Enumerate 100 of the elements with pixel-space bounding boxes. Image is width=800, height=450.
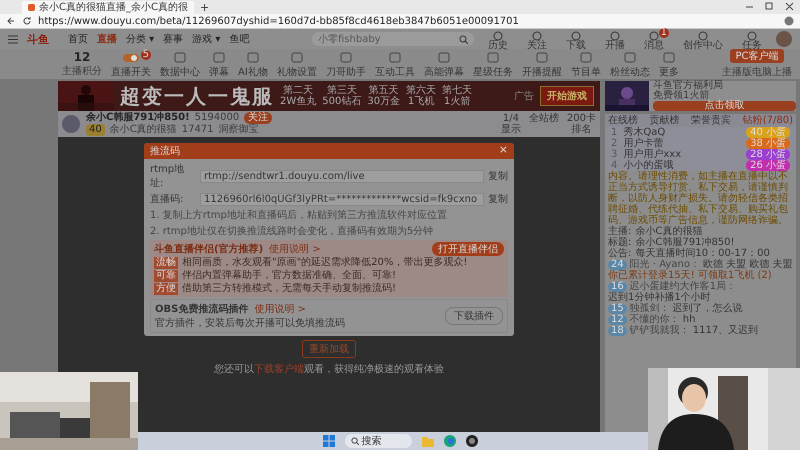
tool-button[interactable]: 礼物设置 xyxy=(276,49,317,79)
reward-label: 1火箭 xyxy=(444,96,470,107)
hot-label[interactable]: 洞察御宝 xyxy=(218,124,259,136)
tool-button[interactable]: 直播开关 5 xyxy=(111,50,151,78)
fans-count: 17471 xyxy=(182,124,214,136)
user-name[interactable]: 迟小蛋建约大作客1局： xyxy=(630,281,736,292)
nav-link[interactable]: 游戏 ▾ xyxy=(192,32,220,46)
follow-button[interactable]: 关注 xyxy=(244,112,272,124)
new-tab-button[interactable]: + xyxy=(200,0,210,14)
user-name[interactable]: 用户卡蕾 xyxy=(623,138,740,149)
user-name[interactable]: 独孤剑： xyxy=(630,303,670,314)
fan-badge: 38 小蛋 xyxy=(746,138,790,149)
user-name[interactable]: 秀木QaQ xyxy=(623,127,740,138)
tool-button[interactable]: 刀哥助手 xyxy=(326,49,366,79)
user-avatar[interactable] xyxy=(776,31,792,47)
info-value: 每天直播时间10：00-17：00 xyxy=(635,248,770,259)
chat-tab[interactable]: 钻粉(7/80) xyxy=(742,115,793,126)
client-note: 主播版电脑上播 xyxy=(722,66,792,79)
promo-note: 免费领1火箭 xyxy=(653,91,710,101)
header-action[interactable]: 开播 xyxy=(600,28,630,50)
nav-link[interactable]: 鱼吧 xyxy=(229,32,250,46)
chat-tab[interactable]: 在线榜 xyxy=(608,115,638,126)
guild-name[interactable]: 余小C真的很猫 xyxy=(110,124,177,136)
reward-label: 2W鱼丸 xyxy=(280,96,316,107)
tool-button[interactable]: 开播提醒 xyxy=(522,49,562,79)
fan-badge: 26 小蛋 xyxy=(746,160,790,171)
toggle-icon xyxy=(123,52,139,62)
tool-button[interactable]: 高能弹幕 xyxy=(424,49,464,79)
day-label: 第二天 xyxy=(283,85,314,96)
download-client-link[interactable]: 下载客户端 xyxy=(254,364,304,375)
square-icon xyxy=(624,52,636,63)
nav-link[interactable]: 首页 xyxy=(68,32,88,46)
tool-button[interactable]: 星级任务 xyxy=(472,49,513,79)
site-logo[interactable]: 斗鱼 xyxy=(27,32,49,46)
open-companion-button[interactable]: 打开直播伴侣 xyxy=(432,242,504,256)
square-icon xyxy=(290,52,303,63)
nav-link[interactable]: 赛事 xyxy=(163,32,184,46)
reward-label: 500钻石 xyxy=(322,96,362,107)
stat-value: 全站榜 xyxy=(528,113,559,124)
chat-tab[interactable]: 荣誉贵宾 xyxy=(691,115,732,126)
help-link[interactable]: 使用说明 > xyxy=(254,302,306,316)
browser-icon[interactable] xyxy=(444,435,456,447)
tool-button[interactable]: 粉丝动态 xyxy=(610,49,650,79)
promo-card[interactable]: 斗鱼官方福利局 免费领1火箭 点击领取 xyxy=(605,81,796,111)
day-label: 第五天 xyxy=(368,85,399,96)
rank-number: 3 xyxy=(611,149,618,160)
window-controls-icon[interactable] xyxy=(744,2,794,12)
help-link[interactable]: 使用说明 > xyxy=(269,242,321,256)
menu-icon[interactable] xyxy=(8,34,18,44)
square-icon xyxy=(662,52,675,63)
input-field[interactable]: 1126960rl6l0qUGf3lyPRt=*************wcsid=fk9cxno xyxy=(200,192,484,206)
user-name[interactable]: 阳光 · Ayano： xyxy=(630,259,700,270)
tool-button[interactable]: 节目单 xyxy=(570,49,601,79)
reload-icon[interactable] xyxy=(22,16,32,26)
header-action[interactable]: 消息 1 xyxy=(639,28,669,50)
banner-title: 超变一人一鬼服 xyxy=(120,82,274,110)
search-field[interactable]: 小零fishbaby xyxy=(312,32,474,46)
profile-icon[interactable] xyxy=(784,16,794,26)
client-button[interactable]: PC客户端 xyxy=(730,49,784,63)
back-icon[interactable] xyxy=(6,16,16,26)
close-button[interactable]: × xyxy=(498,144,508,158)
tool-button[interactable]: 弹幕 xyxy=(209,49,229,79)
app-icon[interactable] xyxy=(466,435,478,447)
nav-link[interactable]: 直播 xyxy=(97,32,117,46)
fan-badge: 40 小蛋 xyxy=(746,127,790,138)
rank-number: 2 xyxy=(611,138,618,149)
nav-link[interactable]: 分类 ▾ xyxy=(126,32,154,46)
user-name[interactable]: 不懂的你： xyxy=(630,314,680,325)
user-name[interactable]: 铲铲我就我： xyxy=(630,325,690,336)
header-action[interactable]: 任务 xyxy=(737,28,767,50)
user-name[interactable]: 小小的蛋哦 xyxy=(623,160,740,171)
tool-button[interactable]: 更多 xyxy=(658,49,679,79)
header-action[interactable]: 下载 xyxy=(561,28,591,50)
claim-button[interactable]: 点击领取 xyxy=(653,101,796,111)
chat-tab[interactable]: 贡献榜 xyxy=(650,115,680,126)
search-icon[interactable] xyxy=(459,34,468,44)
field-label: 直播码: xyxy=(150,192,184,206)
feature-text: 相同画质，水友观看"原画"的延迟需求降低20%，带出更多观众! xyxy=(182,257,468,269)
header-action[interactable]: 创作中心 xyxy=(678,28,728,50)
header-action[interactable]: 关注 xyxy=(522,28,552,50)
copy-button[interactable]: 复制 xyxy=(488,169,508,183)
message-text: 欧德 夫盟 欧德 夫盟 xyxy=(702,259,792,270)
download-button[interactable]: 下载插件 xyxy=(445,307,503,325)
taskbar-search[interactable]: 搜索 xyxy=(344,434,412,448)
level-badge: 40 xyxy=(86,124,105,136)
note-text: 1. 复制上方rtmp地址和直播码后，粘贴到第三方推流软件对应位置 xyxy=(150,208,448,222)
start-icon[interactable] xyxy=(322,435,334,447)
copy-button[interactable]: 复制 xyxy=(488,192,508,206)
tool-button[interactable]: 互动工具 xyxy=(374,49,415,79)
square-icon xyxy=(388,52,401,63)
tool-button[interactable]: AI礼物 xyxy=(238,49,268,79)
notice-text: 内容。请理性消费，如主播在直播中以不正当方式诱导打赏、私下交易，请谨慎判断，以防人身财产损失。请勿轻信各类招聘征婚、代练代抽、私下交易、购买礼包码、游戏币等广告信息，谨防网络诈骗。 xyxy=(607,171,789,226)
reload-button[interactable]: 重新加载 xyxy=(302,340,356,358)
feature-tag: 流畅 xyxy=(154,257,178,269)
input-field[interactable]: rtmp://sendtwr1.douyu.com/live xyxy=(200,170,484,182)
header-action[interactable]: 历史 xyxy=(483,28,513,50)
tool-button[interactable]: 数据中心 xyxy=(160,49,200,79)
user-name[interactable]: 用户用户xxx xyxy=(623,149,740,160)
play-button[interactable]: 开始游戏 xyxy=(540,86,594,106)
square-icon xyxy=(246,52,259,63)
